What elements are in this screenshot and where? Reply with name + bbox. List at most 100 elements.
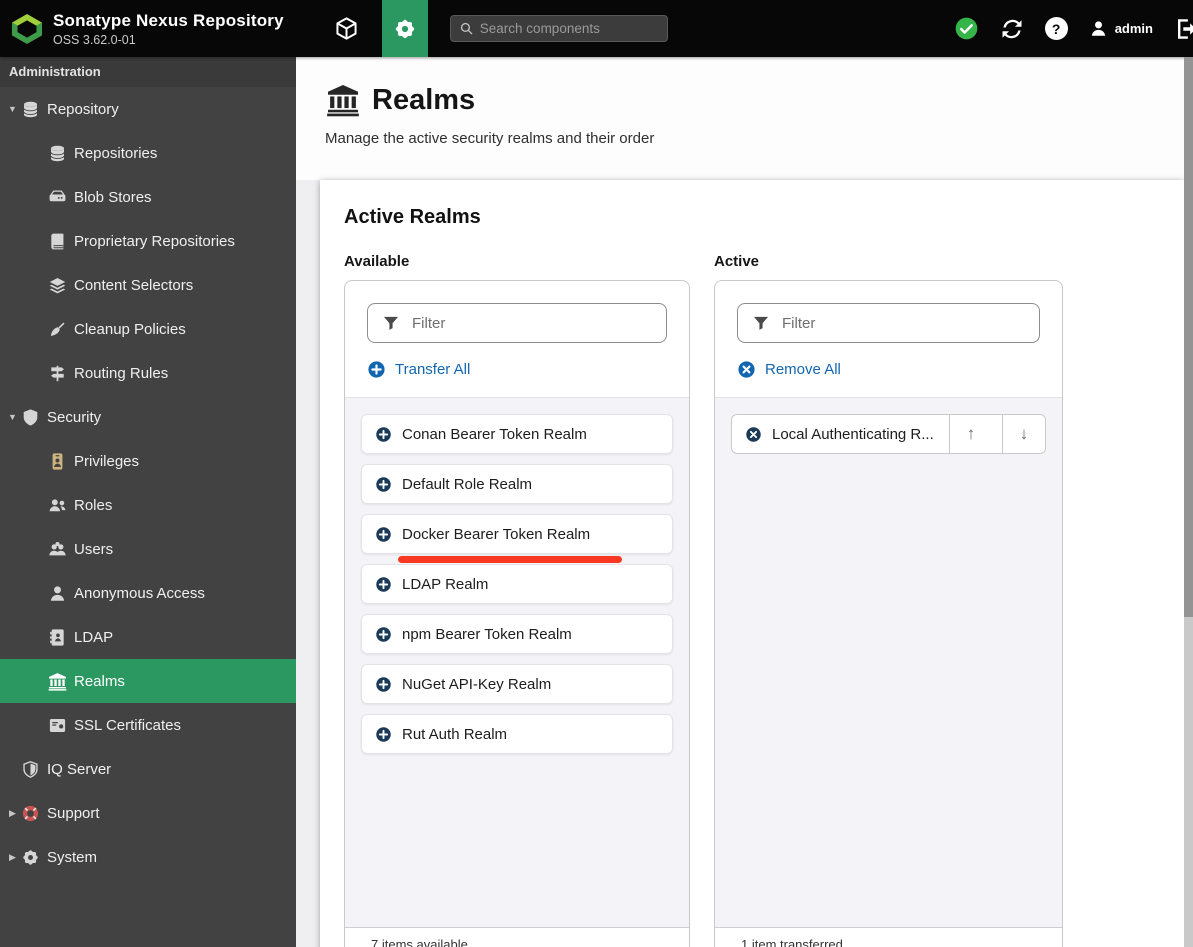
browse-mode-button[interactable]	[324, 0, 370, 57]
plus-circle-icon	[375, 476, 392, 493]
sidebar-section-title: Administration	[0, 57, 296, 87]
user-label: admin	[1115, 21, 1153, 36]
page-header: Realms Manage the active security realms…	[296, 57, 1193, 180]
admin-sidebar: Administration ▼ Repository Repositories…	[0, 57, 296, 947]
transfer-all-button[interactable]: Transfer All	[367, 360, 470, 379]
hard-drive-icon	[48, 188, 67, 207]
available-realm-item[interactable]: Default Role Realm	[361, 464, 673, 504]
active-realm-item[interactable]: Local Authenticating R... ↑ ↓	[731, 414, 1046, 454]
layers-icon	[48, 276, 67, 295]
sidebar-item-label: LDAP	[74, 629, 113, 646]
remove-all-label: Remove All	[765, 361, 841, 378]
admin-mode-button[interactable]	[382, 0, 428, 57]
move-down-button[interactable]: ↓	[1002, 414, 1045, 454]
sidebar-item-label: Routing Rules	[74, 365, 168, 382]
header-right-group: ? admin	[954, 16, 1193, 42]
broom-icon	[48, 320, 67, 339]
sidebar-item-label: Users	[74, 541, 113, 558]
sidebar-item-users[interactable]: Users	[0, 527, 296, 571]
sidebar-item-realms[interactable]: Realms	[0, 659, 296, 703]
active-filter	[737, 303, 1040, 343]
caret-down-icon: ▼	[2, 104, 19, 114]
available-filter	[367, 303, 667, 343]
realm-item-label: Conan Bearer Token Realm	[402, 426, 587, 443]
sidebar-item-security[interactable]: ▼ Security	[0, 395, 296, 439]
sidebar-item-ldap[interactable]: LDAP	[0, 615, 296, 659]
filter-funnel-icon	[382, 314, 400, 332]
available-box-header: Transfer All	[345, 281, 689, 397]
available-realm-item[interactable]: npm Bearer Token Realm	[361, 614, 673, 654]
scrollbar-thumb[interactable]	[1184, 57, 1193, 617]
sidebar-item-label: Roles	[74, 497, 112, 514]
plus-circle-icon	[375, 526, 392, 543]
sidebar-item-privileges[interactable]: Privileges	[0, 439, 296, 483]
realm-item-label: Rut Auth Realm	[402, 726, 507, 743]
user-menu[interactable]: admin	[1089, 19, 1153, 38]
available-realms-list: Conan Bearer Token Realm Default Role Re…	[345, 397, 689, 927]
active-box-header: Remove All	[715, 281, 1062, 397]
sidebar-item-repositories[interactable]: Repositories	[0, 131, 296, 175]
component-search	[450, 15, 668, 42]
user-icon	[48, 584, 67, 603]
address-book-icon	[48, 628, 67, 647]
book-icon	[48, 232, 67, 251]
move-up-button[interactable]: ↑	[949, 414, 992, 454]
certificate-icon	[48, 716, 67, 735]
page-title: Realms	[372, 84, 475, 117]
realm-item-label: LDAP Realm	[402, 576, 488, 593]
available-realm-item[interactable]: LDAP Realm	[361, 564, 673, 604]
active-realms-list: Local Authenticating R... ↑ ↓	[715, 397, 1062, 927]
sidebar-item-label: Realms	[74, 673, 125, 690]
bank-icon	[48, 672, 67, 691]
caret-right-icon: ▶	[2, 808, 19, 819]
sidebar-item-anonymous-access[interactable]: Anonymous Access	[0, 571, 296, 615]
available-filter-input[interactable]	[367, 303, 667, 343]
plus-circle-icon	[375, 576, 392, 593]
realm-item-label: Docker Bearer Token Realm	[402, 526, 590, 543]
sidebar-item-roles[interactable]: Roles	[0, 483, 296, 527]
available-realm-item[interactable]: Docker Bearer Token Realm	[361, 514, 673, 554]
help-icon[interactable]: ?	[1045, 17, 1068, 40]
filter-funnel-icon	[752, 314, 770, 332]
realm-item-label: NuGet API-Key Realm	[402, 676, 551, 693]
available-realm-item[interactable]: Rut Auth Realm	[361, 714, 673, 754]
plus-circle-icon	[375, 676, 392, 693]
sidebar-item-proprietary-repositories[interactable]: Proprietary Repositories	[0, 219, 296, 263]
available-box: Transfer All Conan Bearer Token Realm	[344, 280, 690, 947]
available-footer: 7 items available	[345, 927, 689, 947]
sidebar-item-support[interactable]: ▶ Support	[0, 791, 296, 835]
sidebar-item-label: Repositories	[74, 145, 157, 162]
sidebar-item-label: IQ Server	[47, 761, 111, 778]
sidebar-item-label: Content Selectors	[74, 277, 193, 294]
sidebar-item-ssl-certificates[interactable]: SSL Certificates	[0, 703, 296, 747]
sidebar-item-label: Blob Stores	[74, 189, 152, 206]
database-icon	[48, 144, 67, 163]
user-friends-icon	[48, 496, 67, 515]
plus-circle-icon	[367, 360, 386, 379]
sonatype-logo	[10, 13, 44, 44]
sidebar-item-iq-server[interactable]: IQ Server	[0, 747, 296, 791]
sidebar-item-content-selectors[interactable]: Content Selectors	[0, 263, 296, 307]
search-input[interactable]	[480, 21, 659, 36]
sidebar-item-system[interactable]: ▶ System	[0, 835, 296, 879]
sidebar-item-cleanup-policies[interactable]: Cleanup Policies	[0, 307, 296, 351]
active-filter-input[interactable]	[737, 303, 1040, 343]
status-check-icon[interactable]	[954, 16, 979, 41]
remove-all-button[interactable]: Remove All	[737, 360, 841, 379]
x-circle-icon	[745, 426, 762, 443]
sidebar-item-label: SSL Certificates	[74, 717, 181, 734]
sidebar-item-routing-rules[interactable]: Routing Rules	[0, 351, 296, 395]
user-icon	[1089, 19, 1108, 38]
sign-out-icon[interactable]	[1174, 16, 1193, 42]
sidebar-item-blob-stores[interactable]: Blob Stores	[0, 175, 296, 219]
available-realm-item[interactable]: Conan Bearer Token Realm	[361, 414, 673, 454]
active-footer: 1 item transferred	[715, 927, 1062, 947]
active-column: Active Remove All	[714, 253, 1063, 947]
life-ring-icon	[21, 804, 40, 823]
refresh-icon[interactable]	[1000, 17, 1024, 41]
brand-text: Sonatype Nexus Repository OSS 3.62.0-01	[53, 11, 284, 47]
shield-icon	[21, 408, 40, 427]
sidebar-item-repository[interactable]: ▼ Repository	[0, 87, 296, 131]
shield-outline-icon	[21, 760, 40, 779]
available-realm-item[interactable]: NuGet API-Key Realm	[361, 664, 673, 704]
